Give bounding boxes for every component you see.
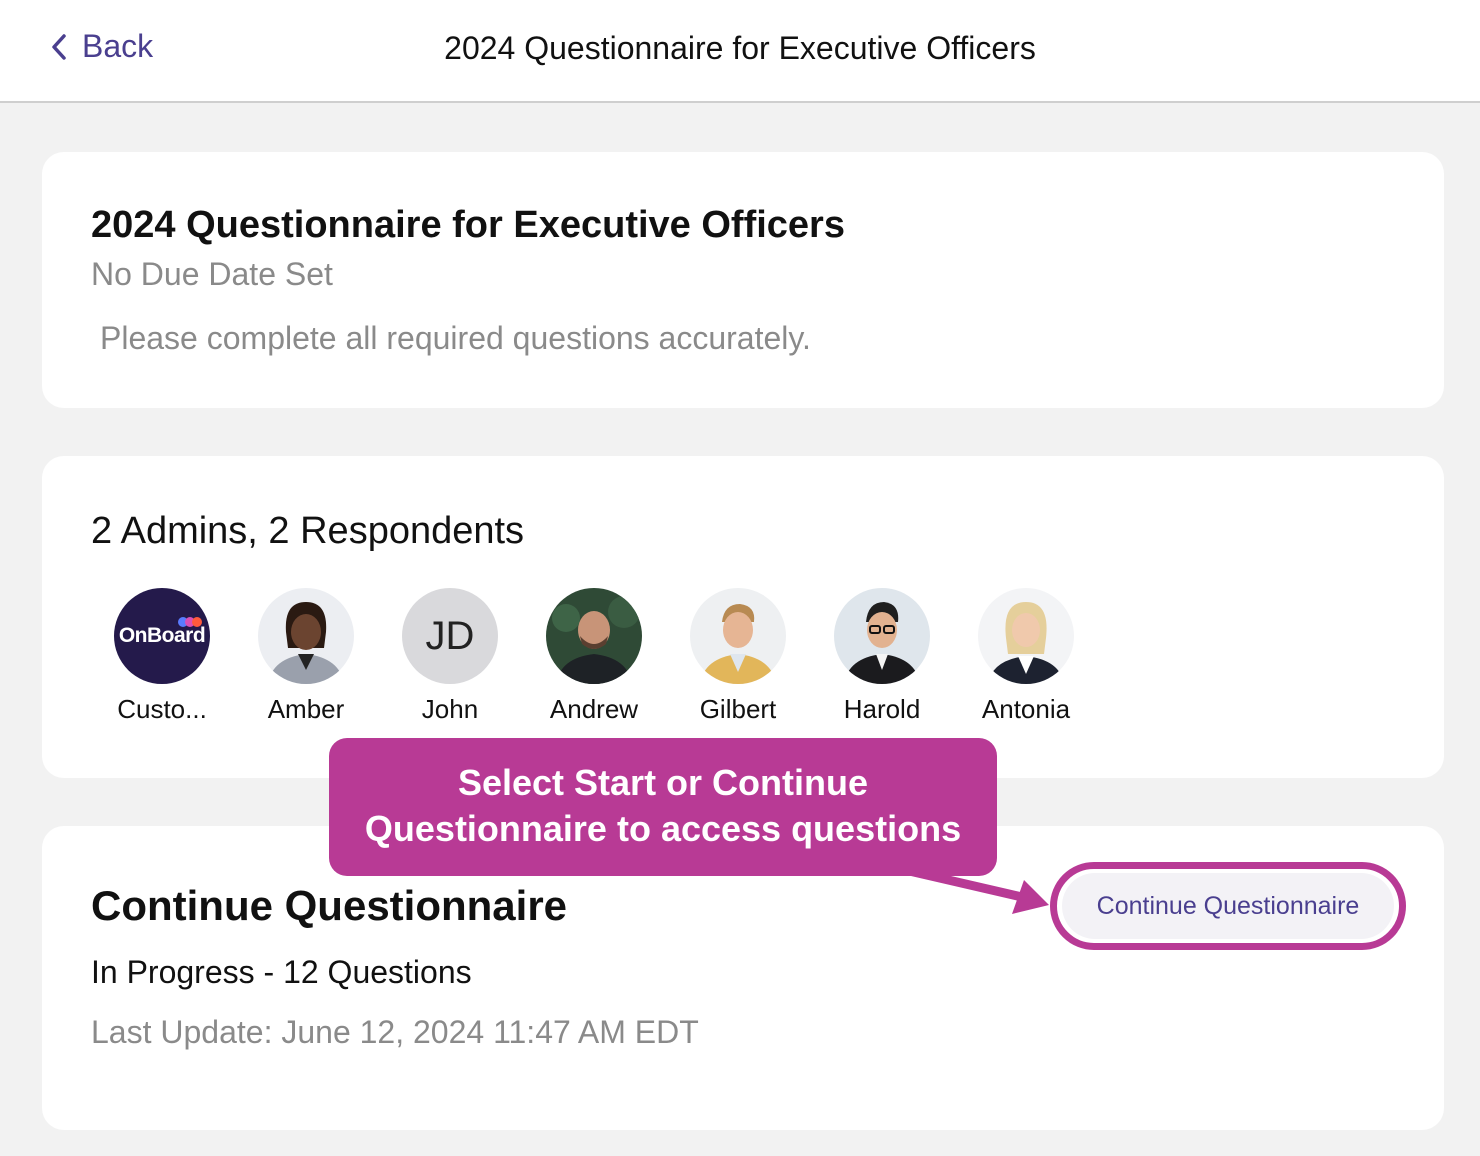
participant-name: Amber [267,694,345,724]
participant-name: Antonia [981,694,1071,724]
participant-name: Custo... [117,694,207,724]
person-photo-icon [978,588,1074,684]
avatar-initials: JD [425,613,475,658]
participant-name: John [421,694,479,724]
callout-line-2: Questionnaire to access questions [364,808,962,849]
participant-name: Harold [843,694,921,724]
progress-status: In Progress - 12 Questions [91,954,472,990]
participant-item[interactable]: OnBoard Custo... [90,588,234,725]
participants-heading: 2 Admins, 2 Respondents [91,510,525,552]
participant-item[interactable]: Amber [234,588,378,725]
participant-item[interactable]: JD John [378,588,522,725]
avatar [546,588,642,684]
participant-name: Andrew [549,694,639,724]
questionnaire-title: 2024 Questionnaire for Executive Officer… [91,204,845,246]
participant-list: OnBoard Custo... Amber JD John Andrew Gi… [90,588,1098,725]
continue-questionnaire-button[interactable]: Continue Questionnaire [1062,873,1394,939]
page-title: 2024 Questionnaire for Executive Officer… [444,30,1036,66]
person-photo-icon [258,588,354,684]
participants-card: 2 Admins, 2 Respondents OnBoard Custo... [42,456,1444,778]
last-update-text: Last Update: June 12, 2024 11:47 AM EDT [91,1014,699,1050]
top-bar: Back 2024 Questionnaire for Executive Of… [0,0,1480,103]
due-date-text: No Due Date Set [91,256,333,292]
participant-item[interactable]: Harold [810,588,954,725]
questionnaire-summary-card: 2024 Questionnaire for Executive Officer… [42,152,1444,408]
logo-dots-icon [178,617,202,627]
avatar [258,588,354,684]
avatar-logo-text: OnBoard [118,624,206,647]
initials-avatar: JD [402,588,498,684]
instruction-callout: Select Start or Continue Questionnaire t… [329,738,997,876]
participant-item[interactable]: Gilbert [666,588,810,725]
callout-line-1: Select Start or Continue [457,762,869,803]
person-photo-icon [546,588,642,684]
participant-item[interactable]: Andrew [522,588,666,725]
participant-name: Gilbert [699,694,777,724]
avatar [978,588,1074,684]
questionnaire-description: Please complete all required questions a… [100,320,811,356]
progress-title: Continue Questionnaire [91,882,568,929]
person-photo-icon [690,588,786,684]
avatar [690,588,786,684]
onboard-logo-avatar: OnBoard [114,588,210,684]
avatar [834,588,930,684]
person-photo-icon [834,588,930,684]
participant-item[interactable]: Antonia [954,588,1098,725]
